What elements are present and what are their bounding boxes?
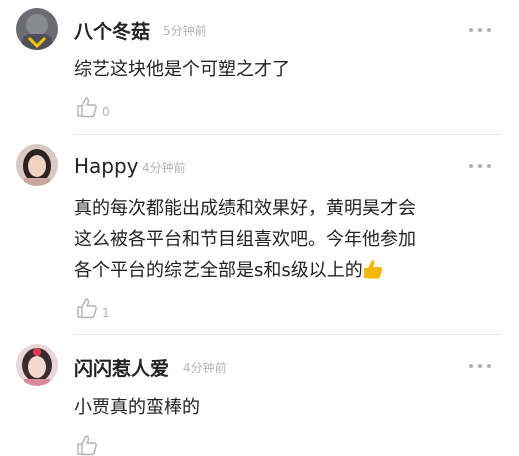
more-dots-icon[interactable] — [469, 27, 491, 33]
thumbs-up-outline-icon — [77, 435, 97, 456]
comment-text-line: 小贾真的蛮棒的 — [74, 397, 200, 418]
avatar[interactable] — [16, 144, 58, 186]
like-button[interactable]: 1 — [76, 297, 110, 319]
like-count: 1 — [102, 306, 110, 320]
comment-text-line: 这么被各平台和节目组喜欢吧。今年他参加 — [74, 229, 416, 250]
comment-text: 真的每次都能出成绩和效果好，黄明昊才会 这么被各平台和节目组喜欢吧。今年他参加 … — [74, 193, 494, 286]
comment-author[interactable]: Happy — [74, 154, 139, 178]
like-count: 0 — [102, 105, 110, 119]
comment-author[interactable]: 八个冬菇 — [74, 17, 150, 44]
more-dots-icon[interactable] — [469, 163, 491, 169]
avatar[interactable] — [16, 344, 58, 386]
avatar[interactable] — [16, 8, 58, 50]
like-button[interactable]: 0 — [76, 96, 110, 118]
comment-text: 综艺这块他是个可塑之才了 — [74, 54, 494, 85]
comment-text-line: 综艺这块他是个可塑之才了 — [74, 59, 290, 80]
comment-text: 小贾真的蛮棒的 — [74, 392, 494, 423]
divider — [74, 134, 501, 135]
more-dots-icon[interactable] — [469, 363, 491, 369]
thumbs-up-outline-icon — [77, 97, 97, 118]
comment-text-line: 各个平台的综艺全部是s和s级以上的 — [74, 255, 494, 286]
like-button[interactable] — [76, 434, 102, 456]
comment-author[interactable]: 闪闪惹人爱 — [74, 354, 169, 381]
thumbs-up-emoji-icon — [363, 260, 382, 279]
comment-time: 4分钟前 — [142, 161, 186, 175]
thumbs-up-outline-icon — [77, 298, 97, 319]
divider — [74, 334, 501, 335]
comment-text-line: 真的每次都能出成绩和效果好，黄明昊才会 — [74, 198, 416, 219]
comment-time: 5分钟前 — [163, 24, 207, 38]
comment-time: 4分钟前 — [183, 361, 227, 375]
